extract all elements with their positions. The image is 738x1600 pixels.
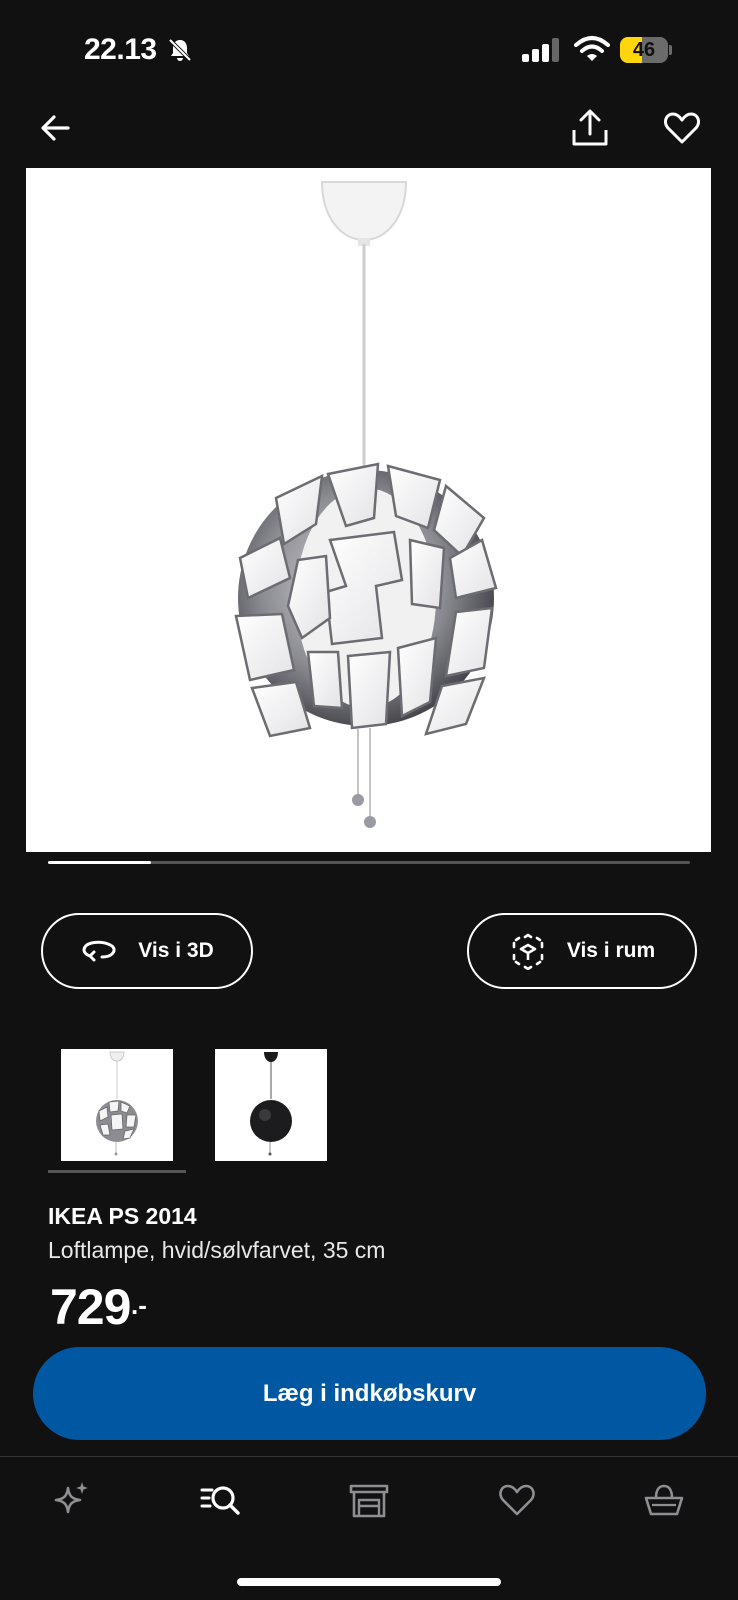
- tab-favorites[interactable]: [495, 1478, 539, 1522]
- basket-icon: [644, 1484, 684, 1516]
- white-lamp-thumbnail: [96, 1051, 138, 1156]
- arrow-left-icon: [41, 115, 70, 141]
- heart-icon: [664, 112, 700, 144]
- back-button[interactable]: [36, 108, 76, 148]
- product-name: IKEA PS 2014: [48, 1203, 197, 1229]
- product-price: 729: [50, 1279, 131, 1335]
- tab-stores[interactable]: [347, 1478, 391, 1522]
- tab-search[interactable]: [198, 1478, 242, 1522]
- product-image[interactable]: [26, 168, 711, 852]
- home-indicator[interactable]: [237, 1578, 501, 1586]
- black-lamp-thumbnail: [250, 1052, 292, 1156]
- add-to-cart-label: Læg i indkøbskurv: [262, 1379, 477, 1407]
- share-button[interactable]: [568, 106, 612, 150]
- search-list-icon: [200, 1486, 240, 1515]
- rotate-3d-icon: [82, 940, 116, 962]
- signal-icon: [522, 38, 559, 62]
- view-3d-label: Vis i 3D: [138, 939, 214, 962]
- status-time: 22.13: [84, 33, 157, 66]
- image-progress-indicator: [48, 861, 151, 864]
- share-icon: [572, 109, 608, 146]
- heart-icon: [499, 1484, 535, 1516]
- tabbar-divider: [0, 1456, 738, 1457]
- add-to-cart-button[interactable]: Læg i indkøbskurv: [33, 1347, 706, 1440]
- view-in-room-label: Vis i rum: [566, 939, 656, 962]
- thumbnail-white-lamp[interactable]: [61, 1049, 173, 1161]
- ar-cube-icon: [512, 933, 544, 970]
- wifi-icon: [574, 36, 610, 61]
- bell-slash-icon: [168, 38, 192, 62]
- thumbnail-black-lamp[interactable]: [215, 1049, 327, 1161]
- price-suffix: .-: [131, 1290, 147, 1320]
- tab-inspiration[interactable]: [50, 1478, 94, 1522]
- pendant-lamp-image: [234, 181, 498, 828]
- battery-percentage: 46: [632, 39, 656, 61]
- product-description: Loftlampe, hvid/sølvfarvet, 35 cm: [48, 1237, 386, 1263]
- tab-basket[interactable]: [642, 1478, 686, 1522]
- view-in-room-button[interactable]: Vis i rum: [467, 913, 697, 989]
- favorite-button[interactable]: [662, 108, 702, 148]
- status-bar: 22.13 46: [0, 0, 738, 100]
- thumbnail-selected-indicator: [48, 1170, 186, 1173]
- image-progress-bar: [48, 861, 690, 864]
- battery-icon: 46: [620, 37, 672, 63]
- sparkle-icon: [54, 1482, 88, 1514]
- view-3d-button[interactable]: Vis i 3D: [41, 913, 253, 989]
- store-icon: [349, 1484, 389, 1518]
